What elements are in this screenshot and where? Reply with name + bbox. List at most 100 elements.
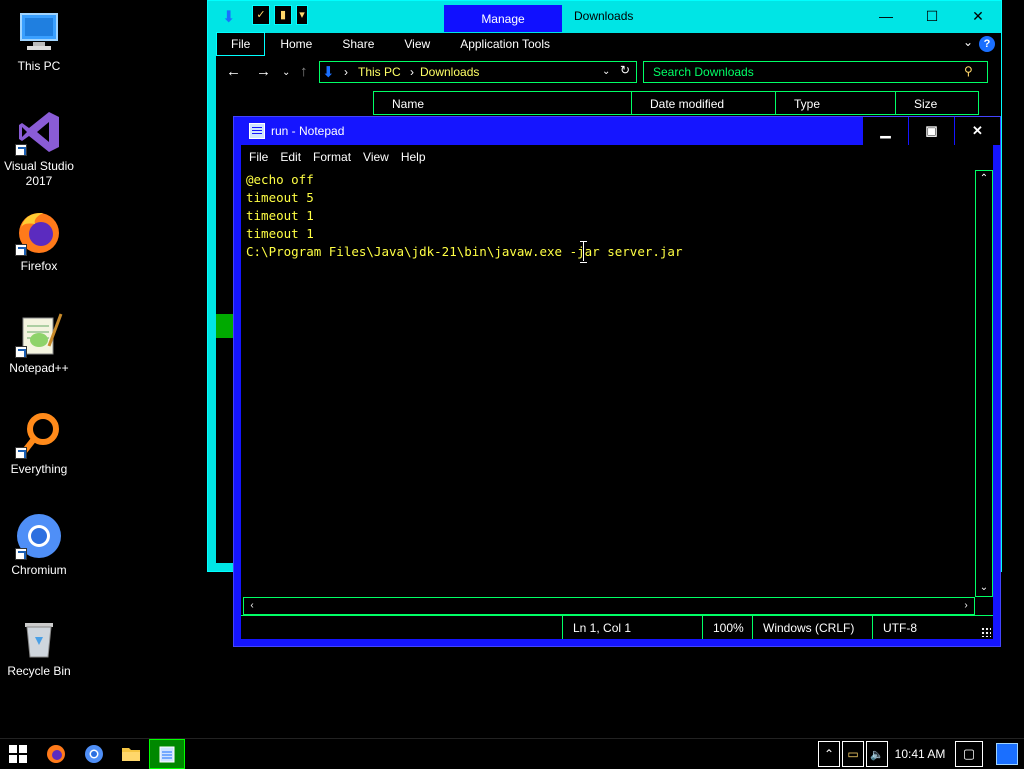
- breadcrumb-separator: ›: [410, 65, 414, 79]
- taskbar-file-explorer[interactable]: [113, 739, 149, 769]
- volume-muted-icon: 🔈: [870, 748, 884, 761]
- scroll-up-icon[interactable]: ⌃: [976, 171, 992, 187]
- start-button[interactable]: [0, 739, 36, 769]
- breadcrumb-this-pc[interactable]: This PC: [358, 65, 401, 79]
- status-position: Ln 1, Col 1: [562, 616, 702, 639]
- desktop-icon-firefox[interactable]: Firefox: [2, 208, 76, 274]
- taskbar-firefox[interactable]: [38, 739, 74, 769]
- close-button[interactable]: ✕: [955, 1, 1001, 31]
- forward-arrow-icon[interactable]: →: [256, 63, 271, 80]
- scroll-left-icon[interactable]: ‹: [244, 598, 260, 614]
- ribbon-tab-share[interactable]: Share: [327, 33, 389, 55]
- desktop-icon-visual-studio[interactable]: Visual Studio 2017: [2, 108, 76, 189]
- menu-view[interactable]: View: [357, 150, 395, 164]
- desktop-icon-label: Chromium: [11, 563, 67, 577]
- ribbon-tab-file[interactable]: File: [216, 32, 266, 56]
- volume-tray-icon[interactable]: 🔈: [866, 741, 888, 767]
- menu-file[interactable]: File: [243, 150, 274, 164]
- menu-edit[interactable]: Edit: [274, 150, 307, 164]
- shortcut-arrow-icon: [15, 447, 27, 459]
- menu-help[interactable]: Help: [395, 150, 432, 164]
- status-bar: Ln 1, Col 1 100% Windows (CRLF) UTF-8: [241, 615, 993, 639]
- ribbon-tab-application-tools[interactable]: Application Tools: [445, 33, 565, 55]
- close-button[interactable]: ✕: [954, 117, 1000, 145]
- action-center-button[interactable]: ▢: [955, 741, 983, 767]
- address-bar[interactable]: ⬇ › This PC › Downloads ⌄ ↻: [319, 61, 637, 83]
- status-line-endings: Windows (CRLF): [752, 616, 872, 639]
- show-desktop-button[interactable]: [996, 743, 1018, 765]
- menu-format[interactable]: Format: [307, 150, 357, 164]
- chromium-icon: [15, 512, 63, 560]
- maximize-button[interactable]: ▣: [908, 117, 954, 145]
- expand-ribbon-icon[interactable]: ⌄: [963, 35, 973, 49]
- properties-icon[interactable]: ✓: [252, 5, 270, 25]
- help-icon[interactable]: ?: [979, 36, 995, 52]
- new-folder-icon[interactable]: ▮: [274, 5, 292, 25]
- taskbar-chromium[interactable]: [76, 739, 112, 769]
- breadcrumb-downloads[interactable]: Downloads: [420, 65, 479, 79]
- up-arrow-icon[interactable]: ↑: [300, 63, 308, 80]
- column-date-modified[interactable]: Date modified: [631, 91, 775, 115]
- chromium-icon: [85, 745, 103, 763]
- resize-grip-icon[interactable]: [981, 627, 991, 637]
- minimize-button[interactable]: ▁: [862, 117, 908, 145]
- search-input[interactable]: Search Downloads ⚲: [643, 61, 988, 83]
- editor-content[interactable]: @echo off timeout 5 timeout 1 timeout 1 …: [246, 170, 973, 597]
- taskbar-notepad[interactable]: [149, 739, 185, 769]
- notepad-client: File Edit Format View Help @echo off tim…: [241, 145, 993, 639]
- status-encoding: UTF-8: [872, 616, 972, 639]
- address-row: ← → ⌄ ↑ ⬇ › This PC › Downloads ⌄ ↻ Sear…: [216, 59, 1001, 87]
- manage-context-tab[interactable]: Manage: [444, 5, 562, 32]
- desktop-icon-chromium[interactable]: Chromium: [2, 512, 76, 578]
- desktop-icon-everything[interactable]: Everything: [2, 411, 76, 477]
- desktop: This PC Visual Studio 2017 Firefox Notep…: [0, 0, 1024, 738]
- windows-logo-icon: [9, 745, 27, 763]
- vertical-scrollbar[interactable]: ⌃ ⌄: [975, 170, 993, 597]
- ribbon-tab-home[interactable]: Home: [265, 33, 327, 55]
- desktop-icon-notepadpp[interactable]: Notepad++: [2, 310, 76, 376]
- window-controls: ▁ ▣ ✕: [862, 117, 1000, 145]
- notepad-titlebar[interactable]: run - Notepad ▁ ▣ ✕: [234, 117, 1000, 145]
- shortcut-arrow-icon: [15, 244, 27, 256]
- visual-studio-icon: [15, 108, 63, 156]
- network-icon: ▭: [847, 747, 859, 761]
- notepad-window[interactable]: run - Notepad ▁ ▣ ✕ File Edit Format Vie…: [233, 116, 1001, 647]
- scroll-down-icon[interactable]: ⌄: [976, 580, 992, 596]
- ribbon-tab-view[interactable]: View: [389, 33, 445, 55]
- firefox-icon: [15, 208, 63, 256]
- search-icon: ⚲: [964, 64, 973, 78]
- maximize-button[interactable]: ☐: [909, 1, 955, 31]
- taskbar-clock[interactable]: 10:41 AM: [890, 739, 950, 769]
- window-controls: — ☐ ✕: [863, 1, 1001, 31]
- chevron-up-icon: ⌃: [823, 747, 835, 761]
- taskbar: ⌃ ▭ 🔈 10:41 AM ▢: [0, 738, 1024, 769]
- scroll-right-icon[interactable]: ›: [958, 598, 974, 614]
- minimize-button[interactable]: —: [863, 1, 909, 31]
- shortcut-arrow-icon: [15, 144, 27, 156]
- breadcrumb-separator: ›: [344, 65, 348, 79]
- horizontal-scrollbar[interactable]: ‹ ›: [243, 597, 975, 615]
- address-dropdown-icon[interactable]: ⌄: [602, 66, 610, 77]
- menu-bar: File Edit Format View Help: [241, 145, 993, 169]
- recent-locations-icon[interactable]: ⌄: [282, 67, 290, 78]
- back-arrow-icon[interactable]: ←: [226, 63, 241, 80]
- refresh-icon[interactable]: ↻: [620, 63, 630, 77]
- desktop-icon-label: This PC: [17, 59, 61, 73]
- desktop-icon-label: Recycle Bin: [7, 664, 71, 678]
- customize-toolbar-icon[interactable]: ▾: [296, 5, 308, 25]
- text-editor[interactable]: @echo off timeout 5 timeout 1 timeout 1 …: [243, 169, 993, 615]
- column-size[interactable]: Size: [895, 91, 979, 115]
- status-zoom: 100%: [702, 616, 752, 639]
- desktop-icon-label: Everything: [10, 462, 68, 476]
- explorer-titlebar[interactable]: ⬇ ✓ ▮ ▾ Manage Downloads — ☐ ✕: [208, 1, 1001, 32]
- network-tray-icon[interactable]: ▭: [842, 741, 864, 767]
- quick-access-toolbar: ✓ ▮ ▾: [252, 5, 308, 25]
- window-title: Downloads: [574, 9, 634, 23]
- desktop-icon-this-pc[interactable]: This PC: [2, 8, 76, 74]
- show-hidden-icons-button[interactable]: ⌃: [818, 741, 840, 767]
- column-type[interactable]: Type: [775, 91, 895, 115]
- column-name[interactable]: Name: [373, 91, 631, 115]
- desktop-icon-recycle-bin[interactable]: Recycle Bin: [2, 613, 76, 679]
- downloads-folder-icon: ⬇: [322, 64, 335, 81]
- everything-search-icon: [15, 411, 63, 459]
